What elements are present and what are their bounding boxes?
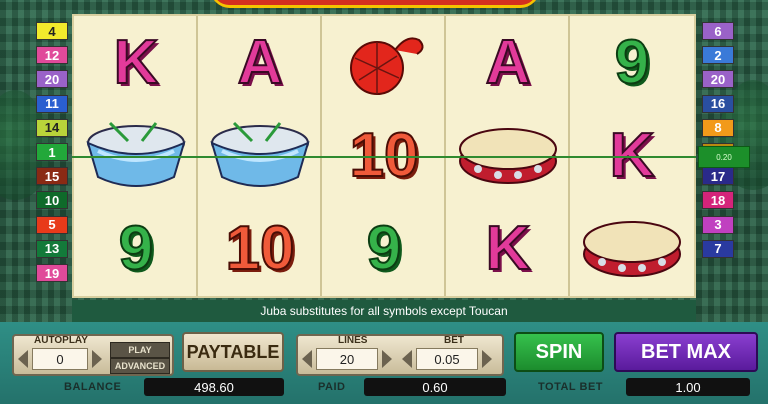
lines-decrease-icon[interactable] bbox=[302, 350, 312, 368]
tambourine-icon bbox=[570, 202, 694, 295]
bet-value[interactable]: 0.05 bbox=[416, 348, 478, 370]
game-logo bbox=[210, 0, 540, 8]
line-indicator-3[interactable]: 3 bbox=[702, 215, 734, 234]
symbol-9: 9 bbox=[322, 202, 446, 295]
line-indicator-7[interactable]: 7 bbox=[702, 239, 734, 258]
symbol-text: 9 bbox=[118, 213, 155, 283]
paid-value: 0.60 bbox=[364, 378, 506, 396]
autoplay-decrease-icon[interactable] bbox=[18, 350, 28, 368]
lines-bet-group: LINES 20 BET 0.05 bbox=[296, 334, 504, 376]
lines-increase-icon[interactable] bbox=[382, 350, 392, 368]
spin-button[interactable]: SPIN bbox=[514, 332, 604, 372]
symbol-K: K bbox=[74, 16, 198, 109]
line-indicator-11[interactable]: 11 bbox=[36, 94, 68, 113]
symbol-text: K bbox=[113, 27, 160, 97]
total-bet-value: 1.00 bbox=[626, 378, 750, 396]
line-indicator-14[interactable]: 14 bbox=[36, 118, 68, 137]
balance-label: BALANCE bbox=[64, 381, 122, 393]
line-indicator-16[interactable]: 16 bbox=[702, 94, 734, 113]
symbol-text: K bbox=[485, 213, 532, 283]
line-indicator-8[interactable]: 8 bbox=[702, 118, 734, 137]
symbol-text: A bbox=[485, 27, 532, 97]
symbol-K: K bbox=[446, 202, 570, 295]
lines-value[interactable]: 20 bbox=[316, 348, 378, 370]
line-indicator-18[interactable]: 18 bbox=[702, 191, 734, 210]
autoplay-label: AUTOPLAY bbox=[34, 335, 88, 346]
line-indicator-13[interactable]: 13 bbox=[36, 239, 68, 258]
line-indicator-10[interactable]: 10 bbox=[36, 191, 68, 210]
line-indicator-12[interactable]: 12 bbox=[36, 46, 68, 65]
line-indicator-4[interactable]: 4 bbox=[36, 22, 68, 40]
line-indicator-6[interactable]: 6 bbox=[702, 22, 734, 40]
bet-decrease-icon[interactable] bbox=[402, 350, 412, 368]
bet-max-button[interactable]: BET MAX bbox=[614, 332, 758, 372]
symbol-text: A bbox=[237, 27, 284, 97]
line-indicator-2[interactable]: 2 bbox=[702, 46, 734, 65]
red-fruit-icon bbox=[322, 16, 446, 109]
autoplay-group: AUTOPLAY 0 PLAY ADVANCED bbox=[12, 334, 174, 376]
symbol-10: 10 bbox=[198, 202, 322, 295]
balance-value: 498.60 bbox=[144, 378, 284, 396]
symbol-text: 9 bbox=[614, 27, 651, 97]
line-indicator-15[interactable]: 15 bbox=[36, 167, 68, 186]
line-indicator-17[interactable]: 17 bbox=[702, 167, 734, 186]
line-indicator-20[interactable]: 20 bbox=[36, 70, 68, 89]
line-indicator-5[interactable]: 5 bbox=[36, 215, 68, 234]
info-bar: Juba substitutes for all symbols except … bbox=[72, 300, 696, 322]
paytable-button[interactable]: PAYTABLE bbox=[182, 332, 284, 372]
payline-win-amount: 0.20 bbox=[698, 146, 750, 168]
play-button[interactable]: PLAY bbox=[110, 342, 170, 358]
total-bet-label: TOTAL BET bbox=[538, 381, 603, 393]
symbol-text: 10 bbox=[225, 213, 296, 283]
line-indicator-20[interactable]: 20 bbox=[702, 70, 734, 89]
line-indicator-1[interactable]: 1 bbox=[36, 143, 68, 161]
advanced-button[interactable]: ADVANCED bbox=[110, 358, 170, 374]
autoplay-value[interactable]: 0 bbox=[32, 348, 88, 370]
symbol-text: 9 bbox=[366, 213, 403, 283]
line-indicator-19[interactable]: 19 bbox=[36, 264, 68, 282]
symbol-A: A bbox=[198, 16, 322, 109]
winning-payline bbox=[72, 156, 696, 158]
symbol-9: 9 bbox=[74, 202, 198, 295]
bet-increase-icon[interactable] bbox=[482, 350, 492, 368]
autoplay-increase-icon[interactable] bbox=[92, 350, 102, 368]
paid-label: PAID bbox=[318, 381, 346, 393]
symbol-A: A bbox=[446, 16, 570, 109]
bet-label: BET bbox=[444, 335, 464, 346]
lines-label: LINES bbox=[338, 335, 368, 346]
symbol-9: 9 bbox=[570, 16, 694, 109]
